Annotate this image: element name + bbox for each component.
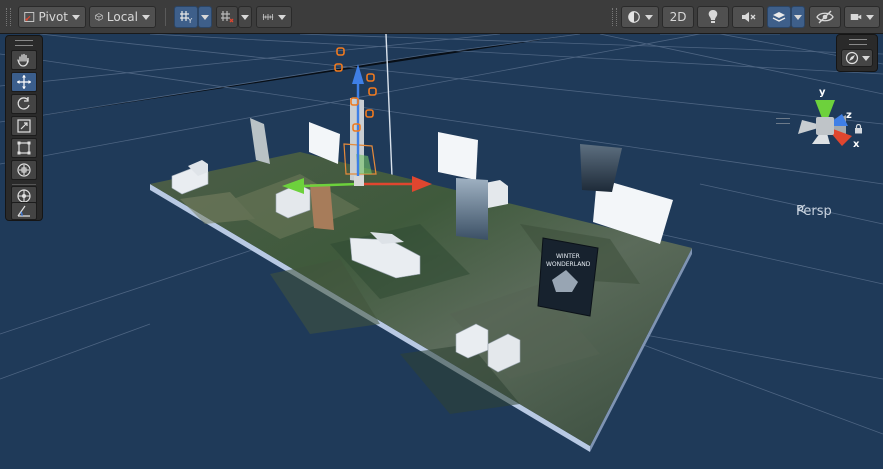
local-space-icon: [95, 13, 103, 21]
scale-icon: [17, 119, 31, 133]
move-arrows-icon: [17, 75, 31, 89]
local-label: Local: [106, 10, 138, 24]
orientation-gizmo[interactable]: y z x: [798, 87, 860, 150]
poster-panel-4[interactable]: [310, 184, 334, 230]
overlay-grip[interactable]: [849, 39, 867, 45]
compass-icon: [845, 51, 858, 65]
chevron-down-icon: [866, 14, 874, 20]
palette-grip[interactable]: [15, 40, 33, 46]
transform-tool-button[interactable]: [11, 160, 37, 180]
rect-tool-button[interactable]: [11, 138, 37, 158]
speaker-mute-icon: [742, 12, 756, 22]
winter-wonderland-poster[interactable]: WINTER WONDERLAND: [537, 237, 599, 317]
toolbar-separator: [165, 8, 166, 26]
light-bulb-icon: [708, 10, 718, 23]
overlay-menu: [836, 34, 878, 72]
local-dropdown[interactable]: Local: [89, 6, 156, 28]
chevron-down-icon: [142, 14, 150, 20]
toolbar-grip[interactable]: [612, 8, 617, 26]
ruler-icon: [262, 14, 274, 20]
gizmo-label-x: x: [853, 139, 860, 150]
view-tool-button[interactable]: [11, 50, 37, 70]
move-tool-button[interactable]: [11, 72, 37, 92]
2d-mode-toggle[interactable]: 2D: [662, 6, 694, 28]
chevron-down-icon: [645, 14, 653, 20]
chevron-down-icon: [861, 55, 870, 61]
scene-visibility-toggle[interactable]: [809, 6, 841, 28]
chevron-down-icon: [278, 14, 286, 20]
shading-sphere-icon: [628, 11, 640, 23]
grid-snap-icon: Y: [180, 11, 193, 24]
effects-toggle[interactable]: [767, 6, 791, 28]
gizmo-menu-handle[interactable]: [776, 118, 790, 124]
poster-panel-1[interactable]: [250, 118, 270, 164]
snap-increment-toggle[interactable]: [216, 6, 238, 28]
chevron-down-icon: [201, 14, 209, 20]
editor-tool-button[interactable]: [11, 202, 37, 220]
effects-menu[interactable]: [791, 6, 805, 28]
poster-panel-3[interactable]: [456, 178, 488, 240]
snap-increment-menu[interactable]: [238, 6, 252, 28]
toolbar-grip[interactable]: [6, 8, 11, 26]
rotate-tool-button[interactable]: [11, 94, 37, 114]
chevron-down-icon: [241, 14, 249, 20]
pivot-icon: [24, 12, 35, 22]
chevron-down-icon: [72, 14, 80, 20]
pivot-label: Pivot: [38, 10, 68, 24]
gizmo-label-y: y: [819, 87, 826, 98]
perspective-icon: [796, 204, 806, 214]
poster-title-line1: WINTER: [556, 253, 580, 260]
overlays-dropdown[interactable]: [841, 49, 873, 67]
gizmo-label-z: z: [846, 110, 852, 121]
hand-icon: [17, 53, 29, 67]
projection-toggle[interactable]: Persp: [796, 204, 832, 219]
grid-snapping-toggle[interactable]: Y: [174, 6, 198, 28]
grid-snapping-menu[interactable]: [198, 6, 212, 28]
rect-transform-icon: [17, 141, 31, 155]
pivot-dropdown[interactable]: Pivot: [18, 6, 86, 28]
unity-scene-view: Pivot Local Y 2D WINTER WONDERLAND y z x…: [0, 0, 883, 469]
angle-tool-icon: [17, 205, 30, 217]
gizmo-center-cube[interactable]: [816, 117, 834, 135]
eye-hidden-icon: [816, 10, 834, 24]
scene-toolbar: Pivot Local Y 2D: [0, 0, 883, 34]
svg-text:Y: Y: [187, 17, 193, 24]
scene-camera-dropdown[interactable]: [844, 6, 880, 28]
lighting-toggle[interactable]: [697, 6, 729, 28]
scene-canvas[interactable]: WINTER WONDERLAND y z x: [0, 34, 883, 469]
transform-icon: [17, 163, 31, 177]
tool-palette: [5, 35, 43, 221]
scale-tool-button[interactable]: [11, 116, 37, 136]
2d-label: 2D: [669, 10, 687, 24]
white-panel-2[interactable]: [438, 132, 478, 180]
audio-toggle[interactable]: [732, 6, 764, 28]
snap-increment-icon: [221, 11, 234, 23]
draw-mode-dropdown[interactable]: [621, 6, 659, 28]
chevron-down-icon: [794, 14, 802, 20]
snap-settings-dropdown[interactable]: [256, 6, 292, 28]
layers-icon: [772, 12, 786, 22]
gizmo-center-handle[interactable]: [354, 176, 364, 186]
palette-separator: [12, 184, 36, 185]
scene-viewport[interactable]: WINTER WONDERLAND y z x Persp: [0, 34, 883, 469]
camera-icon: [850, 14, 862, 20]
poster-title-line2: WONDERLAND: [546, 261, 591, 268]
rotate-icon: [17, 97, 30, 110]
